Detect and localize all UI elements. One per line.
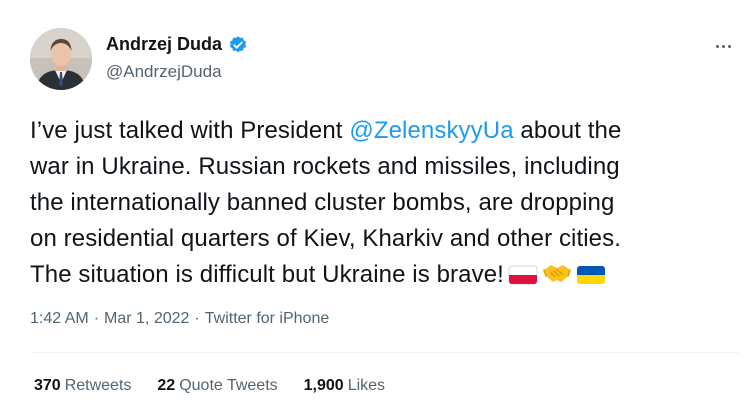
meta-separator: · [93,310,100,327]
tweet-time-link[interactable]: 1:42 AM [30,310,89,328]
tweet-date-link[interactable]: Mar 1, 2022 [104,310,189,328]
tweet-text: I’ve just talked with President @Zelensk… [30,113,740,296]
tweet-line-last: The situation is difficult but Ukraine i… [30,257,740,296]
quote-tweets-count: 22 [157,377,176,394]
tweet-line: on residential quarters of Kiev, Kharkiv… [30,225,621,252]
tweet-line: I’ve just talked with President @Zelensk… [30,113,740,149]
profile-photo-icon [30,28,92,90]
ukraine-flag-icon [576,260,606,296]
tweet-meta: 1:42 AM · Mar 1, 2022 · Twitter for iPho… [30,310,329,328]
author-handle[interactable]: @AndrzejDuda [106,62,222,82]
tweet-stats: 370 Retweets 22 Quote Tweets 1,900 Likes [34,377,385,395]
mention-link[interactable]: @ZelenskyyUa [349,117,513,144]
handshake-icon [542,260,572,296]
author-display-name: Andrzej Duda [106,34,223,54]
more-options-button[interactable] [708,36,738,56]
tweet-line: war in Ukraine. Russian rockets and miss… [30,153,620,180]
tweet-text-segment: The situation is difficult but Ukraine i… [30,261,504,288]
retweets-count: 370 [34,377,61,394]
verified-badge-icon [228,35,248,55]
quote-tweets-label: Quote Tweets [179,377,278,394]
poland-flag-icon [508,260,538,296]
divider [30,352,739,353]
likes-stat-link[interactable]: 1,900 Likes [304,377,385,395]
retweets-label: Retweets [64,377,132,394]
tweet-text-segment: about the [513,117,622,144]
likes-label: Likes [347,377,386,394]
more-dot-icon [715,44,719,48]
tweet-line: the internationally banned cluster bombs… [30,189,615,216]
avatar[interactable] [30,28,92,90]
author-name-link[interactable]: Andrzej Duda [106,34,248,55]
more-dot-icon [721,44,725,48]
more-dot-icon [727,44,731,48]
tweet-source-link[interactable]: Twitter for iPhone [205,310,330,328]
tweet-text-segment: I’ve just talked with President [30,117,350,144]
retweets-stat-link[interactable]: 370 Retweets [34,377,131,395]
likes-count: 1,900 [303,377,344,394]
meta-separator: · [194,310,200,327]
quote-tweets-stat-link[interactable]: 22 Quote Tweets [157,377,277,395]
